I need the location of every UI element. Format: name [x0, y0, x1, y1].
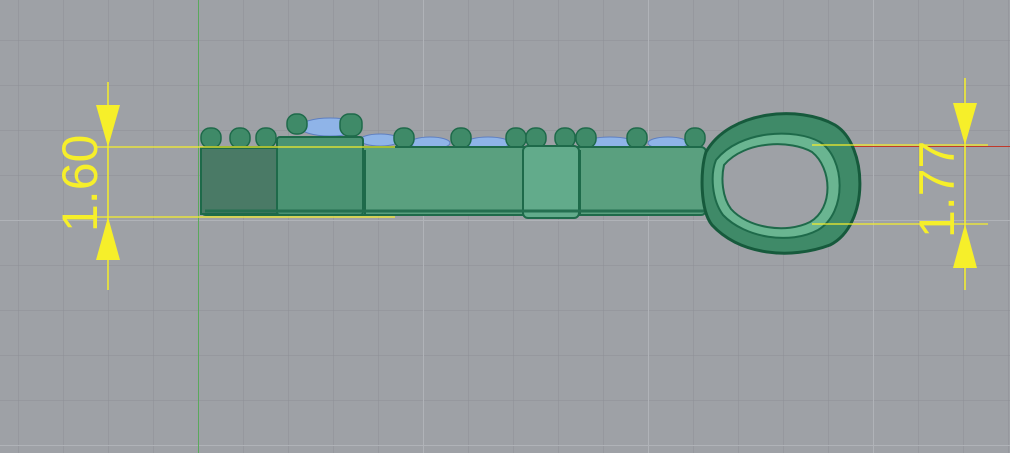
dimension-value-right: 1.77: [909, 141, 965, 238]
dimension-value-left: 1.60: [52, 135, 108, 232]
arrowhead-icon: [953, 103, 977, 145]
pendant-bar-collar: [522, 145, 580, 219]
pendant-model[interactable]: [200, 112, 862, 255]
front-viewport[interactable]: 1.60 1.77: [0, 0, 1010, 453]
pendant-bar-left-end: [200, 147, 278, 215]
bail-loop-icon: [700, 112, 862, 255]
pendant-bar-segment: [276, 136, 364, 216]
